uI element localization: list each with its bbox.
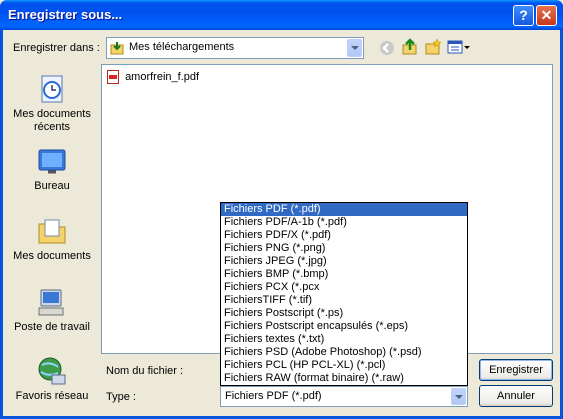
- place-label: Poste de travail: [14, 321, 90, 333]
- back-icon[interactable]: [378, 39, 396, 57]
- chevron-down-icon[interactable]: [451, 388, 466, 405]
- help-button[interactable]: ?: [513, 5, 534, 26]
- close-button[interactable]: ✕: [536, 5, 557, 26]
- dialog-title: Enregistrer sous...: [8, 7, 123, 22]
- save-in-value: Mes téléchargements: [129, 41, 235, 53]
- type-option[interactable]: Fichiers Postscript (*.ps): [221, 307, 467, 320]
- place-desktop[interactable]: Bureau: [8, 145, 96, 193]
- title-bar[interactable]: Enregistrer sous... ? ✕: [0, 0, 563, 30]
- save-button[interactable]: Enregistrer: [479, 359, 553, 381]
- save-in-label: Enregistrer dans :: [13, 42, 100, 54]
- type-option[interactable]: Fichiers PDF/X (*.pdf): [221, 229, 467, 242]
- place-label: Mes documents récents: [13, 108, 91, 133]
- network-places-icon: [36, 355, 68, 387]
- places-bar: Mes documents récents Bureau Mes documen…: [8, 65, 96, 410]
- new-folder-icon[interactable]: [424, 38, 442, 56]
- place-my-computer[interactable]: Poste de travail: [8, 286, 96, 334]
- downloads-folder-icon: [110, 41, 124, 55]
- place-network[interactable]: Favoris réseau: [8, 355, 96, 403]
- my-documents-icon: [36, 215, 68, 247]
- place-recent-documents[interactable]: Mes documents récents: [8, 73, 96, 134]
- type-option[interactable]: Fichiers Postscript encapsulés (*.eps): [221, 320, 467, 333]
- type-label: Type :: [106, 391, 136, 403]
- up-folder-icon[interactable]: [401, 38, 419, 56]
- pdf-file-icon: [107, 70, 119, 84]
- type-options-list[interactable]: Fichiers PDF (*.pdf) Fichiers PDF/A-1b (…: [220, 202, 468, 386]
- file-item[interactable]: amorfrein_f.pdf: [107, 70, 199, 86]
- type-option[interactable]: Fichiers textes (*.txt): [221, 333, 467, 346]
- recent-documents-icon: [36, 73, 68, 105]
- type-value: Fichiers PDF (*.pdf): [225, 390, 322, 402]
- chevron-down-icon[interactable]: [347, 39, 362, 57]
- type-option[interactable]: Fichiers PNG (*.png): [221, 242, 467, 255]
- file-name: amorfrein_f.pdf: [125, 70, 200, 83]
- cancel-button[interactable]: Annuler: [479, 385, 553, 407]
- type-option[interactable]: Fichiers PDF/A-1b (*.pdf): [221, 216, 467, 229]
- type-option[interactable]: Fichiers PCX (*.pcx: [221, 281, 467, 294]
- place-label: Mes documents: [13, 250, 91, 262]
- place-label: Favoris réseau: [15, 390, 89, 402]
- type-option[interactable]: FichiersTIFF (*.tif): [221, 294, 467, 307]
- desktop-icon: [36, 145, 68, 177]
- filename-label: Nom du fichier :: [106, 365, 184, 377]
- place-label: Bureau: [34, 180, 70, 192]
- my-computer-icon: [36, 286, 68, 318]
- type-option[interactable]: Fichiers BMP (*.bmp): [221, 268, 467, 281]
- type-option[interactable]: Fichiers RAW (format binaire) (*.raw): [221, 372, 467, 385]
- type-dropdown[interactable]: Fichiers PDF (*.pdf): [220, 386, 468, 407]
- type-option[interactable]: Fichiers PCL (HP PCL-XL) (*.pcl): [221, 359, 467, 372]
- view-menu-icon[interactable]: [447, 38, 471, 56]
- type-option[interactable]: Fichiers PSD (Adobe Photoshop) (*.psd): [221, 346, 467, 359]
- place-my-documents[interactable]: Mes documents: [8, 215, 96, 263]
- save-in-dropdown[interactable]: Mes téléchargements: [106, 37, 364, 59]
- type-option[interactable]: Fichiers JPEG (*.jpg): [221, 255, 467, 268]
- type-option[interactable]: Fichiers PDF (*.pdf): [221, 203, 467, 216]
